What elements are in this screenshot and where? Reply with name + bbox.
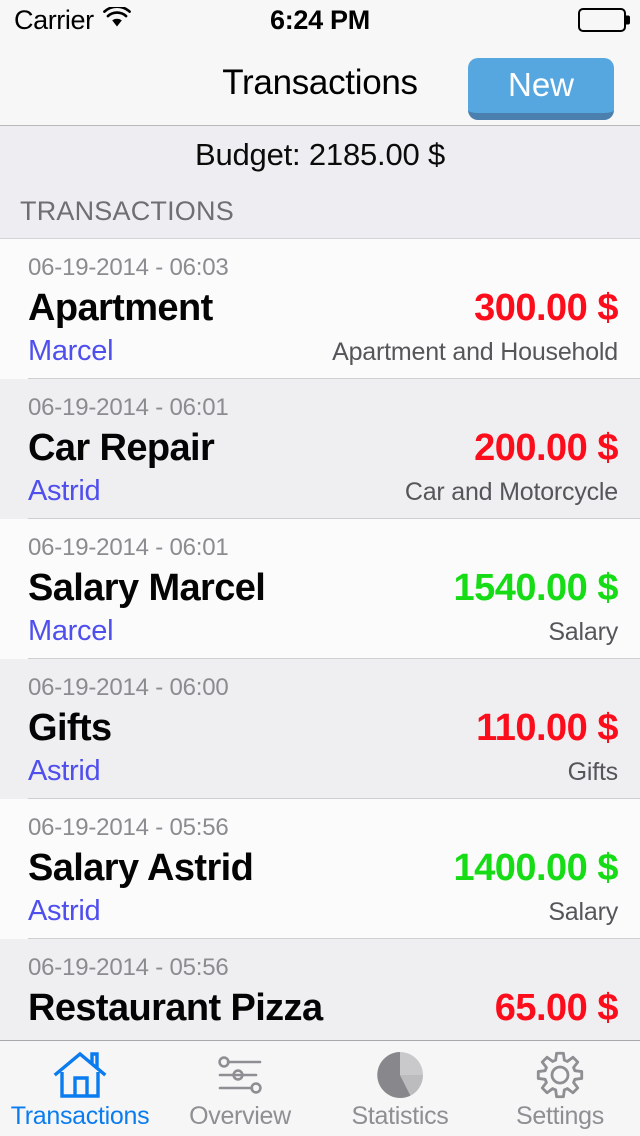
transaction-category: Apartment and Household (332, 338, 618, 366)
transaction-title: Gifts (28, 707, 112, 749)
transaction-date: 06-19-2014 - 05:56 (28, 814, 229, 841)
transaction-title: Salary Astrid (28, 847, 254, 889)
transaction-person: Astrid (28, 475, 101, 507)
tab-label: Overview (189, 1102, 291, 1130)
transactions-list[interactable]: 06-19-2014 - 06:03 Apartment 300.00 $ Marce… (0, 239, 640, 1040)
section-header: TRANSACTIONS (0, 184, 640, 239)
transaction-date: 06-19-2014 - 05:56 (28, 954, 229, 981)
table-row[interactable]: 06-19-2014 - 06:00 Gifts 110.00 $ Astrid Gif… (0, 659, 640, 799)
table-row[interactable]: 06-19-2014 - 06:01 Car Repair 200.00 $ Astr… (0, 379, 640, 519)
budget-banner: Budget: 2185.00 $ (0, 126, 640, 184)
table-row[interactable]: 06-19-2014 - 05:56 Restaurant Pizza 65.00 … (0, 939, 640, 1040)
navigation-bar: Transactions New (0, 40, 640, 126)
transaction-title: Restaurant Pizza (28, 987, 323, 1029)
transaction-amount: 300.00 $ (474, 287, 618, 329)
transaction-person: Marcel (28, 615, 114, 647)
transaction-date: 06-19-2014 - 06:00 (28, 674, 229, 701)
tab-transactions[interactable]: Transactions (0, 1041, 160, 1136)
tab-settings[interactable]: Settings (480, 1041, 640, 1136)
transaction-amount: 1400.00 $ (453, 847, 618, 889)
section-header-label: TRANSACTIONS (20, 195, 234, 226)
transaction-title: Salary Marcel (28, 567, 266, 609)
transaction-category: Salary (548, 898, 618, 926)
transaction-person: Astrid (28, 895, 101, 927)
transaction-title: Apartment (28, 287, 213, 329)
table-row[interactable]: 06-19-2014 - 06:03 Apartment 300.00 $ Marce… (0, 239, 640, 379)
status-bar: Carrier 6:24 PM (0, 0, 640, 40)
transaction-person: Astrid (28, 755, 101, 787)
transaction-category: Gifts (567, 758, 619, 786)
clock-label: 6:24 PM (270, 4, 370, 35)
transaction-amount: 200.00 $ (474, 427, 618, 469)
table-row[interactable]: 06-19-2014 - 05:56 Salary Astrid 1400.00 $… (0, 799, 640, 939)
budget-label: Budget: 2185.00 $ (195, 137, 445, 172)
transaction-date: 06-19-2014 - 06:03 (28, 254, 229, 281)
pie-chart-icon (372, 1049, 428, 1101)
battery-full-icon (578, 8, 630, 32)
sliders-icon (212, 1049, 268, 1101)
status-bar-left: Carrier (14, 5, 131, 36)
house-icon (52, 1049, 108, 1101)
transaction-title: Car Repair (28, 427, 215, 469)
transaction-amount: 110.00 $ (476, 707, 618, 749)
wifi-icon (102, 4, 131, 34)
tab-label: Settings (516, 1102, 604, 1130)
carrier-label: Carrier (14, 4, 94, 35)
tab-label: Transactions (10, 1102, 150, 1130)
status-bar-right (578, 8, 630, 32)
transaction-date: 06-19-2014 - 06:01 (28, 394, 229, 421)
new-transaction-button[interactable]: New (468, 58, 614, 120)
app-root: Carrier 6:24 PM Transactions New Budget: (0, 0, 640, 1136)
transaction-person: Marcel (28, 335, 114, 367)
tab-statistics[interactable]: Statistics (320, 1041, 480, 1136)
tab-label: Statistics (351, 1102, 449, 1130)
tab-bar: Transactions Overview Statistics Settings (0, 1040, 640, 1136)
transaction-category: Car and Motorcycle (404, 478, 618, 506)
transaction-category: Salary (548, 618, 618, 646)
transaction-date: 06-19-2014 - 06:01 (28, 534, 229, 561)
table-row[interactable]: 06-19-2014 - 06:01 Salary Marcel 1540.00 $… (0, 519, 640, 659)
transaction-amount: 1540.00 $ (453, 567, 618, 609)
transaction-amount: 65.00 $ (494, 987, 619, 1029)
tab-overview[interactable]: Overview (160, 1041, 320, 1136)
gear-icon (532, 1049, 588, 1101)
page-title: Transactions (222, 62, 418, 102)
